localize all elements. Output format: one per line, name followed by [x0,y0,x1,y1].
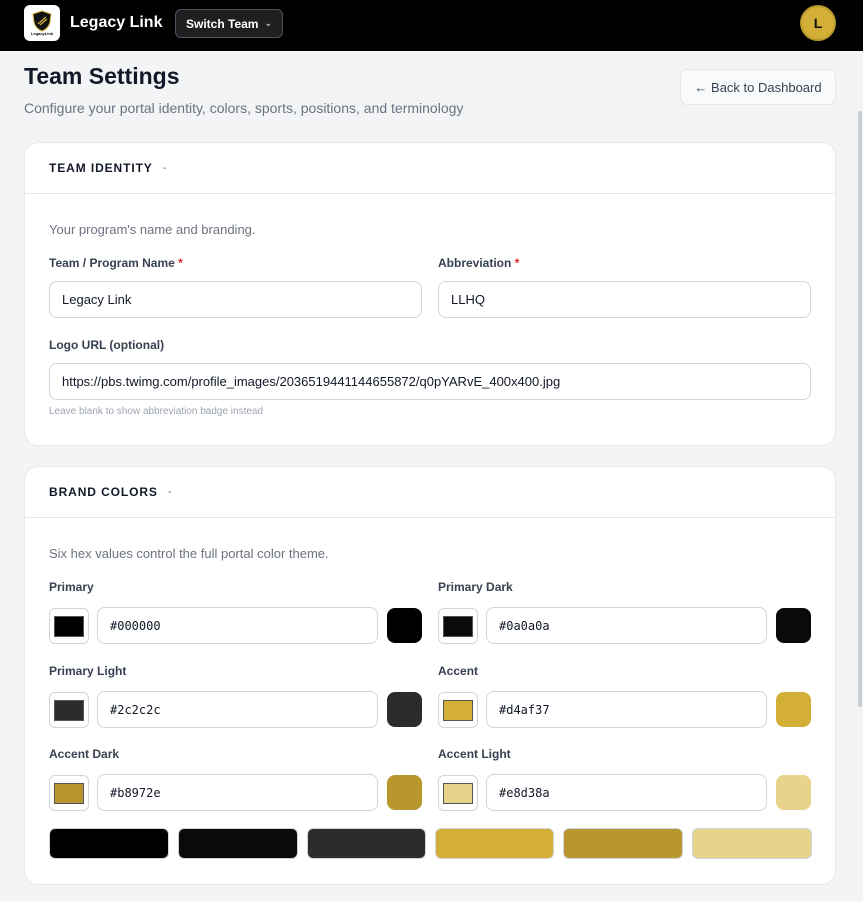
color-swatch [54,615,84,637]
palette-swatch-accent-light [692,828,812,859]
brand-colors-title: BRAND COLORS [49,485,158,499]
team-logo[interactable]: LegacyLink [24,5,60,41]
switch-team-button[interactable]: Switch Team ⌄ [175,9,284,38]
accent-light-color-label: Accent Light [438,747,511,761]
page-title: Team Settings [24,63,180,89]
primary-light-color-picker[interactable] [49,692,89,728]
team-identity-description: Your program's name and branding. [49,222,256,237]
back-to-dashboard-button[interactable]: ← Back to Dashboard [680,69,836,105]
required-mark: * [178,256,183,270]
primary-dark-color-label: Primary Dark [438,580,513,594]
color-swatch [443,782,473,804]
required-mark: * [514,256,520,270]
abbreviation-input[interactable]: LLHQ [438,281,811,318]
logo-url-input[interactable]: https://pbs.twimg.com/profile_images/203… [49,363,811,400]
switch-team-label: Switch Team [186,16,259,31]
palette-swatch-accent-dark [563,828,683,859]
accent-dark-color-preview [387,775,422,810]
collapse-toggle[interactable]: - [163,162,167,174]
accent-light-color-preview [776,775,811,810]
brand-name: Legacy Link [70,14,163,31]
color-swatch [443,699,473,721]
team-identity-title: TEAM IDENTITY [49,161,153,175]
primary-light-hex-input[interactable]: #2c2c2c [97,691,378,728]
accent-hex-input[interactable]: #d4af37 [486,691,767,728]
color-swatch [443,615,473,637]
brand-colors-description: Six hex values control the full portal c… [49,546,329,561]
team-name-input[interactable]: Legacy Link [49,281,422,318]
brand-colors-header[interactable]: BRAND COLORS - [25,467,835,518]
accent-color-picker[interactable] [438,692,478,728]
page-subtitle: Configure your portal identity, colors, … [24,100,464,116]
scrollbar-track[interactable] [857,51,863,901]
palette-swatch-primary-dark [178,828,298,859]
primary-color-picker[interactable] [49,608,89,644]
palette-swatch-primary [49,828,169,859]
team-identity-card: TEAM IDENTITY - Your program's name and … [24,142,836,446]
brand-colors-card: BRAND COLORS - Six hex values control th… [24,466,836,885]
logo-mini-text: LegacyLink [30,31,53,36]
accent-dark-color-label: Accent Dark [49,747,120,761]
logo-url-hint: Leave blank to show abbreviation badge i… [49,406,264,417]
collapse-toggle[interactable]: - [168,486,172,498]
team-name-label: Team / Program Name * [49,256,183,270]
palette-swatch-primary-light [307,828,426,859]
color-swatch [54,782,84,804]
avatar[interactable]: L [800,5,836,41]
shield-icon [32,10,52,32]
primary-color-label: Primary [49,580,94,594]
primary-light-color-label: Primary Light [49,664,127,678]
accent-light-hex-input[interactable]: #e8d38a [486,774,767,811]
accent-color-label: Accent [438,664,479,678]
scrollbar-thumb[interactable] [858,111,862,707]
accent-light-color-picker[interactable] [438,775,478,811]
primary-dark-color-preview [776,608,811,643]
color-swatch [54,699,84,721]
primary-light-color-preview [387,692,422,727]
accent-color-preview [776,692,811,727]
chevron-down-icon: ⌄ [264,18,273,28]
abbreviation-label: Abbreviation * [438,256,520,270]
top-navbar: LegacyLink Legacy Link Switch Team ⌄ L [0,0,863,51]
accent-dark-hex-input[interactable]: #b8972e [97,774,378,811]
primary-dark-color-picker[interactable] [438,608,478,644]
team-identity-header[interactable]: TEAM IDENTITY - [25,143,835,194]
primary-dark-hex-input[interactable]: #0a0a0a [486,607,767,644]
primary-color-preview [387,608,422,643]
palette-swatch-accent [435,828,554,859]
primary-hex-input[interactable]: #000000 [97,607,378,644]
logo-url-label: Logo URL (optional) [49,338,165,352]
accent-dark-color-picker[interactable] [49,775,89,811]
